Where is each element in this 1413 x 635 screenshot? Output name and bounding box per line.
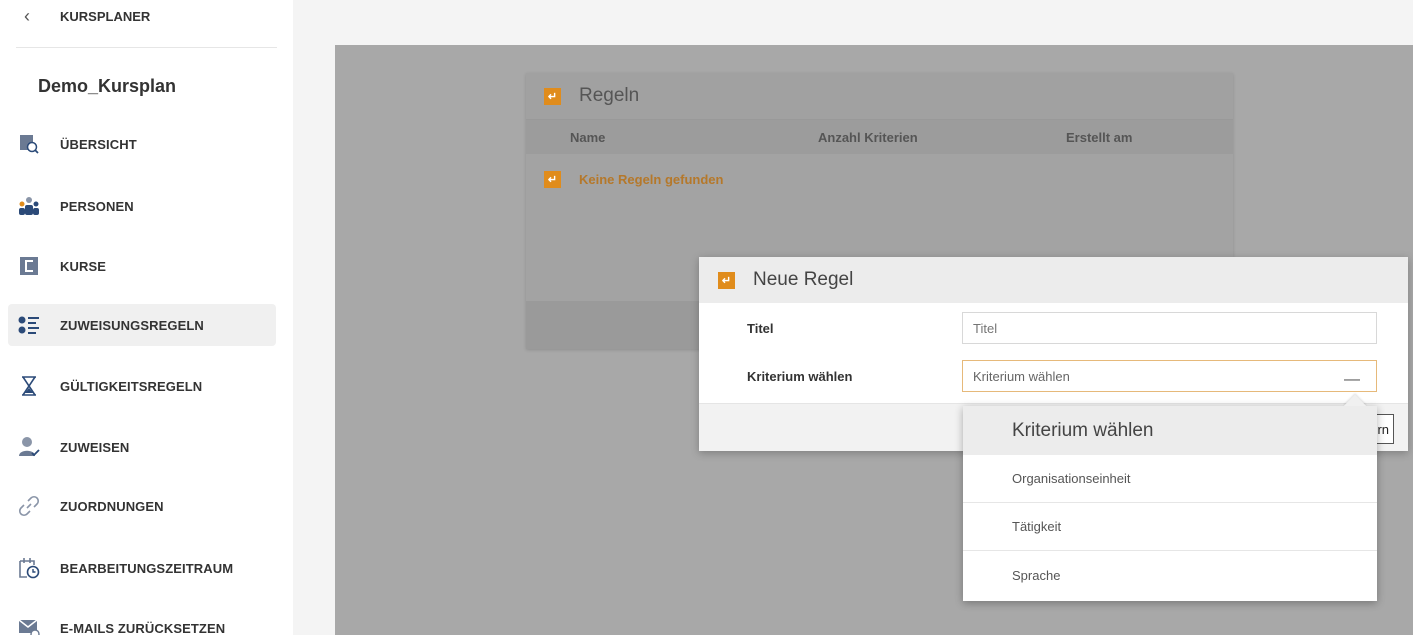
sidebar-item-uebersicht[interactable]: ÜBERSICHT (8, 123, 276, 165)
rules-icon: ↵ (544, 170, 561, 188)
sidebar-item-label: E-MAILS ZURÜCKSETZEN (60, 620, 226, 635)
empty-state-text: Keine Regeln gefunden (579, 171, 724, 187)
course-icon (18, 255, 40, 277)
rules-icon: ↵ (544, 87, 561, 105)
sidebar-item-personen[interactable]: PERSONEN (8, 185, 276, 227)
criterion-row: Kriterium wählen Kriterium wählen — (699, 360, 1408, 394)
collapse-icon: — (1344, 371, 1360, 388)
project-title: Demo_Kursplan (38, 75, 177, 96)
criterion-select-value: Kriterium wählen (973, 368, 1070, 384)
title-field-label: Titel (747, 321, 774, 336)
sidebar-item-zuordnungen[interactable]: ZUORDNUNGEN (8, 485, 276, 527)
save-button-label: rn (1377, 421, 1389, 437)
sidebar-item-zuweisen[interactable]: ZUWEISEN (8, 426, 276, 468)
sidebar-item-label: PERSONEN (60, 198, 134, 214)
sidebar-item-label: ÜBERSICHT (60, 136, 137, 152)
dropdown-option-organisationseinheit[interactable]: Organisationseinheit (963, 455, 1377, 503)
column-header-name[interactable]: Name (570, 130, 818, 145)
column-header-criteria-count[interactable]: Anzahl Kriterien (818, 130, 1066, 145)
people-icon (18, 195, 40, 217)
chevron-left-icon[interactable]: ‹ (24, 6, 60, 27)
sidebar-item-label: BEARBEITUNGSZEITRAUM (60, 560, 234, 576)
sidebar-item-label: GÜLTIGKEITSREGELN (60, 378, 203, 394)
sidebar-header: ‹ KURSPLANER (16, 0, 277, 48)
dropdown-option-sprache[interactable]: Sprache (963, 551, 1377, 599)
sidebar-item-label: ZUWEISUNGSREGELN (60, 317, 204, 333)
mail-reset-icon (18, 617, 40, 635)
criterion-field-label: Kriterium wählen (747, 369, 853, 384)
sidebar-item-zuweisungsregeln[interactable]: ZUWEISUNGSREGELN (8, 304, 276, 346)
dialog-header: ↵ Neue Regel (699, 257, 1408, 303)
rules-panel-header: ↵ Regeln (526, 73, 1233, 120)
list-rules-icon (18, 314, 40, 336)
rules-table-header: Name Anzahl Kriterien Erstellt am (526, 120, 1233, 154)
hourglass-icon (18, 375, 40, 397)
dialog-title: Neue Regel (753, 269, 854, 290)
rules-icon: ↵ (718, 271, 735, 289)
sidebar: ‹ KURSPLANER Demo_Kursplan ÜBERSICHT PER… (0, 0, 293, 635)
criterion-dropdown: Kriterium wählen Organisationseinheit Tä… (963, 394, 1377, 601)
sidebar-item-label: ZUORDNUNGEN (60, 498, 164, 514)
title-row: Titel (699, 312, 1408, 346)
user-check-icon (18, 436, 40, 458)
sidebar-item-label: KURSE (60, 258, 107, 274)
sidebar-item-kurse[interactable]: KURSE (8, 245, 276, 287)
calendar-clock-icon (18, 557, 40, 579)
dropdown-option-taetigkeit[interactable]: Tätigkeit (963, 503, 1377, 551)
link-icon (18, 495, 40, 517)
rules-panel-title: Regeln (579, 85, 640, 106)
sidebar-item-label: ZUWEISEN (60, 439, 130, 455)
criterion-select[interactable]: Kriterium wählen — (962, 360, 1377, 392)
title-input[interactable] (962, 312, 1377, 344)
overview-search-icon (18, 133, 40, 155)
dropdown-header[interactable]: Kriterium wählen (963, 406, 1377, 455)
sidebar-item-emails-zuruecksetzen[interactable]: E-MAILS ZURÜCKSETZEN (8, 607, 276, 635)
breadcrumb[interactable]: KURSPLANER (60, 9, 150, 24)
sidebar-item-gueltigkeitsregeln[interactable]: GÜLTIGKEITSREGELN (8, 365, 276, 407)
column-header-created[interactable]: Erstellt am (1066, 130, 1132, 145)
empty-state-row: ↵ Keine Regeln gefunden (526, 154, 1233, 204)
sidebar-item-bearbeitungszeitraum[interactable]: BEARBEITUNGSZEITRAUM (8, 547, 276, 589)
